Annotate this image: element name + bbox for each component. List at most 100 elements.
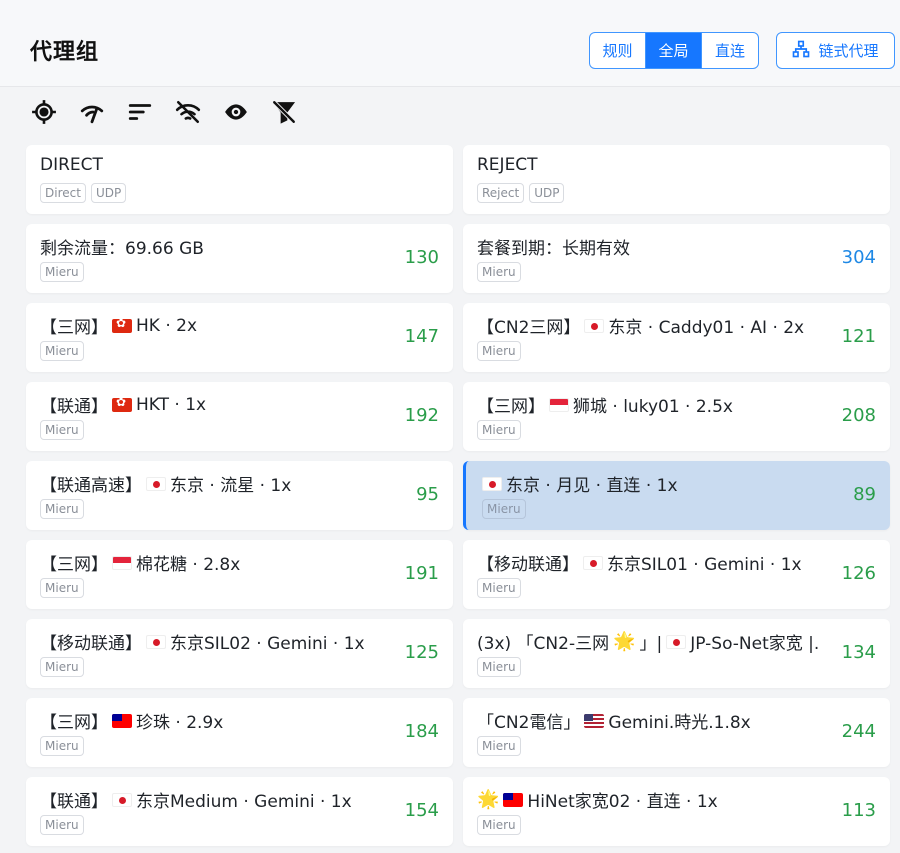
proxy-card[interactable]: 【三网】 棉花糖 · 2.8x Mieru 191 (26, 540, 453, 609)
proxy-card[interactable]: 东京 · 月见 · 直连 · 1x Mieru 89 (463, 461, 890, 530)
proxy-tags: Mieru (477, 578, 521, 598)
speed-test-icon[interactable] (78, 98, 106, 126)
proxy-card[interactable]: 🌟 HiNet家宽02 · 直连 · 1x Mieru 113 (463, 777, 890, 846)
proxy-prefix: 【三网】 (40, 713, 108, 733)
proxy-card[interactable]: 【移动联通】 东京SIL01 · Gemini · 1x Mieru 126 (463, 540, 890, 609)
flag-hk-icon (112, 318, 132, 333)
proxy-card[interactable]: DIRECT Direct UDP (26, 145, 453, 214)
latency-value[interactable]: 208 (842, 405, 876, 426)
proxy-label: 珍珠 · 2.9x (136, 713, 224, 733)
latency-value[interactable]: 130 (405, 247, 439, 268)
latency-value[interactable]: 89 (853, 484, 876, 505)
proxy-card[interactable]: 【联通高速】 东京 · 流星 · 1x Mieru 95 (26, 461, 453, 530)
latency-value[interactable]: 304 (842, 247, 876, 268)
latency-value[interactable]: 192 (405, 405, 439, 426)
flag-sg-icon (112, 555, 132, 570)
proxy-tags: Mieru (40, 420, 84, 440)
proxy-tags: Mieru (477, 657, 521, 677)
latency-value[interactable]: 113 (842, 800, 876, 821)
proxy-card[interactable]: 【三网】 HK · 2x Mieru 147 (26, 303, 453, 372)
flag-jp-icon (482, 476, 502, 491)
proxy-prefix: 【联通高速】 (40, 476, 142, 496)
latency-value[interactable]: 134 (842, 642, 876, 663)
proxy-name: 剩余流量：69.66 GB (40, 234, 383, 259)
proxy-prefix: 【移动联通】 (40, 634, 142, 654)
flag-sg-icon (549, 397, 569, 412)
proxy-label: 东京 · Caddy01 · AI · 2x (608, 318, 805, 338)
proxy-name: 【CN2三网】 东京 · Caddy01 · AI · 2x (477, 313, 820, 338)
proxy-card[interactable]: 【CN2三网】 东京 · Caddy01 · AI · 2x Mieru 121 (463, 303, 890, 372)
proxy-type-tag: Mieru (477, 578, 521, 598)
chain-proxy-button[interactable]: 链式代理 (776, 32, 895, 69)
latency-value[interactable]: 125 (405, 642, 439, 663)
proxy-name: REJECT (477, 155, 820, 175)
proxy-card[interactable]: (3x) 「CN2-三网 🌟 」| JP-So-Net家宽 |... Mieru 134 (463, 619, 890, 688)
proxy-type-tag: Mieru (477, 815, 521, 835)
proxy-tags: Mieru (40, 736, 84, 756)
proxy-card[interactable]: 【联通】 HKT · 1x Mieru 192 (26, 382, 453, 451)
proxy-type-tag: UDP (90, 183, 127, 203)
latency-value[interactable]: 244 (842, 721, 876, 742)
sort-icon[interactable] (126, 98, 154, 126)
filter-off-icon[interactable] (270, 98, 298, 126)
proxy-prefix: 【三网】 (477, 397, 545, 417)
flag-tw-icon (112, 713, 132, 728)
eye-icon[interactable] (222, 98, 250, 126)
proxy-tags: Mieru (40, 262, 84, 282)
proxy-tags: Mieru (40, 341, 84, 361)
proxy-name: DIRECT (40, 155, 383, 175)
proxy-card[interactable]: 【移动联通】 东京SIL02 · Gemini · 1x Mieru 125 (26, 619, 453, 688)
proxy-name: 【联通】 东京Medium · Gemini · 1x (40, 787, 383, 812)
header-bar: 代理组 规则 全局 直连 链式代理 (0, 0, 900, 87)
mode-direct-button[interactable]: 直连 (702, 33, 758, 68)
proxy-type-tag: Reject (477, 183, 525, 203)
proxy-card[interactable]: 【三网】 狮城 · luky01 · 2.5x Mieru 208 (463, 382, 890, 451)
proxy-type-tag: Mieru (40, 499, 84, 519)
flag-jp-icon (583, 555, 603, 570)
proxy-type-tag: Mieru (40, 736, 84, 756)
network-tree-icon (792, 40, 810, 62)
locate-icon[interactable] (30, 98, 58, 126)
proxy-type-tag: Mieru (40, 657, 84, 677)
proxy-tags: Mieru (477, 736, 521, 756)
proxy-card[interactable]: 【联通】 东京Medium · Gemini · 1x Mieru 154 (26, 777, 453, 846)
proxy-tags: Mieru (40, 578, 84, 598)
proxy-type-tag: Mieru (40, 341, 84, 361)
latency-value[interactable]: 147 (405, 326, 439, 347)
proxy-tags: Mieru (40, 657, 84, 677)
proxy-tags: Mieru (477, 341, 521, 361)
proxy-label: 东京 · 流星 · 1x (170, 476, 292, 496)
mode-rule-button[interactable]: 规则 (590, 33, 646, 68)
flag-jp-icon (666, 634, 687, 649)
proxy-label: 狮城 · luky01 · 2.5x (573, 397, 733, 417)
latency-value[interactable]: 184 (405, 721, 439, 742)
latency-value[interactable]: 121 (842, 326, 876, 347)
flag-jp-icon (146, 476, 166, 491)
proxy-label: 东京Medium · Gemini · 1x (136, 792, 352, 812)
proxy-card[interactable]: 【三网】 珍珠 · 2.9x Mieru 184 (26, 698, 453, 767)
latency-value[interactable]: 126 (842, 563, 876, 584)
proxy-tags: Mieru (40, 499, 84, 519)
proxy-card[interactable]: 「CN2電信」 Gemini.時光.1.8x Mieru 244 (463, 698, 890, 767)
flag-tw-icon (503, 792, 524, 807)
proxy-type-tag: Mieru (477, 420, 521, 440)
proxy-type-tag: Mieru (482, 499, 526, 519)
proxy-card[interactable]: 剩余流量：69.66 GB Mieru 130 (26, 224, 453, 293)
proxy-name: 【三网】 狮城 · luky01 · 2.5x (477, 392, 820, 417)
proxy-prefix: 【三网】 (40, 555, 108, 575)
flag-jp-icon (146, 634, 166, 649)
latency-value[interactable]: 191 (405, 563, 439, 584)
proxy-card[interactable]: REJECT Reject UDP (463, 145, 890, 214)
proxy-name: 【三网】 珍珠 · 2.9x (40, 708, 383, 733)
proxy-card[interactable]: 套餐到期：长期有效 Mieru 304 (463, 224, 890, 293)
latency-value[interactable]: 95 (416, 484, 439, 505)
proxy-type-tag: Mieru (477, 341, 521, 361)
proxy-name: (3x) 「CN2-三网 🌟 」| JP-So-Net家宽 |... (477, 629, 820, 654)
proxy-tags: Direct UDP (40, 183, 127, 203)
proxy-type-tag: Mieru (477, 736, 521, 756)
proxy-label: 套餐到期：长期有效 (477, 239, 630, 259)
mode-global-button[interactable]: 全局 (646, 33, 702, 68)
latency-value[interactable]: 154 (405, 800, 439, 821)
hide-unavailable-icon[interactable] (174, 98, 202, 126)
proxy-label: HKT · 1x (136, 394, 207, 415)
